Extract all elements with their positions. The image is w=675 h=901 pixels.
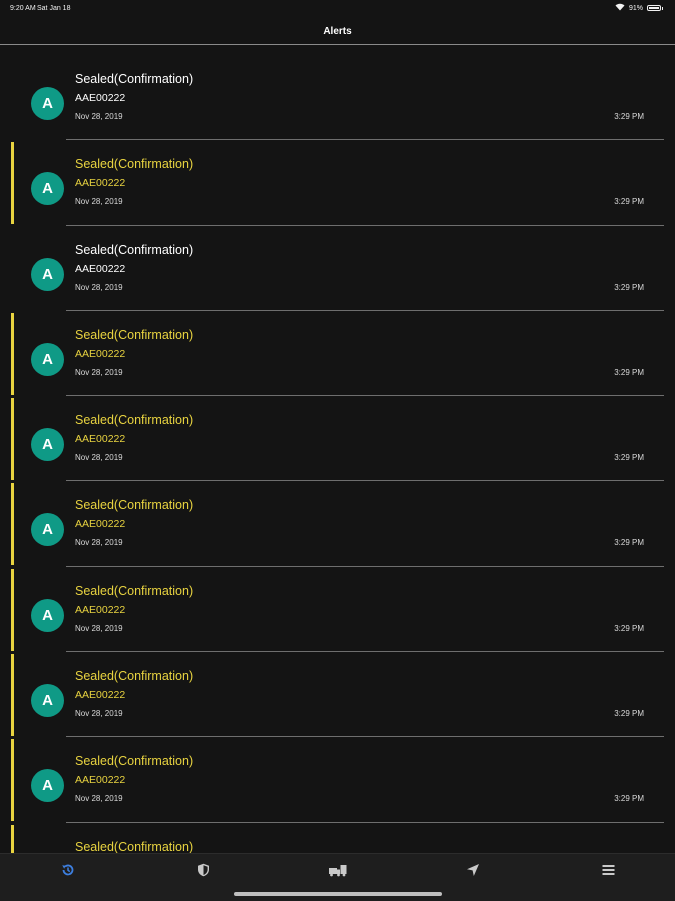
alert-row[interactable]: A Sealed(Confirmation) AAE00222 Nov 28, 201…	[0, 55, 675, 141]
unread-indicator	[11, 654, 14, 737]
unread-indicator	[11, 142, 14, 225]
alert-row[interactable]: A Sealed(Confirmation) AAE00222 Nov 28, 201…	[0, 226, 675, 311]
alert-time: 3:29 PM	[614, 538, 644, 548]
menu-icon	[602, 863, 615, 881]
unread-indicator	[11, 483, 14, 566]
avatar: A	[31, 684, 64, 718]
alert-code: AAE00222	[75, 433, 126, 446]
alert-code: AAE00222	[75, 177, 126, 190]
alert-time: 3:29 PM	[614, 623, 644, 633]
alert-title: Sealed(Confirmation)	[75, 839, 194, 853]
alert-title: Sealed(Confirmation)	[75, 72, 194, 86]
alert-date: Nov 28, 2019	[75, 112, 123, 121]
unread-indicator	[11, 824, 14, 853]
alert-code: AAE00222	[75, 774, 126, 787]
alert-code: AAE00222	[75, 518, 126, 531]
alert-row[interactable]: A Sealed(Confirmation) AAE00222 Nov 28, 201…	[0, 140, 675, 226]
alert-row[interactable]: ASealed(Confirmation)AAE00222Nov 28, 201…	[0, 823, 675, 853]
tab-history[interactable]	[56, 862, 80, 882]
trucks-icon	[328, 863, 348, 882]
alert-code: AAE00222	[75, 603, 126, 616]
alert-time: 3:29 PM	[614, 112, 644, 121]
alert-time: 3:29 PM	[614, 282, 644, 292]
avatar: A	[31, 769, 64, 803]
status-date: Sat Jan 18	[37, 5, 71, 12]
alert-title: Sealed(Confirmation)	[75, 413, 194, 428]
status-indicators: 91%	[615, 3, 663, 13]
page-title: Alerts	[323, 26, 352, 37]
avatar: A	[31, 513, 64, 547]
alert-code: AAE00222	[75, 262, 126, 275]
alert-row[interactable]: A Sealed(Confirmation) AAE00222 Nov 28, 201…	[0, 396, 675, 482]
alert-title: Sealed(Confirmation)	[75, 583, 194, 598]
alert-list[interactable]: A Sealed(Confirmation) AAE00222 Nov 28, 201…	[0, 55, 675, 853]
tab-security[interactable]	[191, 862, 215, 882]
status-time: 9:20 AM	[10, 5, 36, 12]
navigation-bar: Alerts	[0, 18, 675, 45]
alert-date: Nov 28, 2019	[75, 453, 123, 463]
unread-indicator	[11, 739, 14, 822]
alert-time: 3:29 PM	[614, 453, 644, 463]
alert-code: AAE00222	[75, 347, 126, 360]
unread-indicator	[11, 568, 14, 651]
alert-title: Sealed(Confirmation)	[75, 242, 194, 257]
alert-date: Nov 28, 2019	[75, 367, 123, 377]
alert-code: AAE00222	[75, 92, 126, 104]
alert-title: Sealed(Confirmation)	[75, 669, 194, 684]
unread-indicator	[11, 398, 14, 481]
alert-row[interactable]: A Sealed(Confirmation) AAE00222 Nov 28, 201…	[0, 481, 675, 567]
alert-time: 3:29 PM	[614, 709, 644, 719]
alert-date: Nov 28, 2019	[75, 709, 123, 719]
tab-menu[interactable]	[596, 862, 620, 882]
tab-navigate[interactable]	[461, 862, 485, 882]
alert-date: Nov 28, 2019	[75, 794, 123, 804]
alert-title: Sealed(Confirmation)	[75, 754, 194, 769]
avatar: A	[31, 257, 64, 291]
battery-icon	[647, 5, 661, 11]
alert-row[interactable]: A Sealed(Confirmation) AAE00222 Nov 28, 201…	[0, 652, 675, 738]
home-indicator	[234, 892, 442, 896]
shield-icon	[197, 863, 210, 882]
alert-time: 3:29 PM	[614, 794, 644, 804]
alert-time: 3:29 PM	[614, 197, 644, 207]
alert-date: Nov 28, 2019	[75, 538, 123, 548]
alert-code: AAE00222	[75, 689, 126, 702]
alert-date: Nov 28, 2019	[75, 197, 123, 207]
navigation-arrow-icon	[466, 863, 480, 882]
status-bar: 9:20 AM Sat Jan 18 91%	[0, 0, 675, 18]
alert-title: Sealed(Confirmation)	[75, 498, 194, 513]
history-icon	[61, 863, 75, 882]
wifi-icon	[615, 3, 625, 13]
avatar: A	[31, 342, 64, 376]
avatar: A	[31, 87, 64, 120]
alert-row[interactable]: A Sealed(Confirmation) AAE00222 Nov 28, 201…	[0, 311, 675, 397]
avatar: A	[31, 598, 64, 632]
alert-title: Sealed(Confirmation)	[75, 157, 194, 172]
avatar: A	[31, 172, 64, 206]
battery-percent: 91%	[628, 4, 643, 12]
alert-time: 3:29 PM	[614, 367, 644, 377]
alert-date: Nov 28, 2019	[75, 623, 123, 633]
tab-bar	[0, 853, 675, 901]
unread-indicator	[11, 312, 14, 395]
alert-title: Sealed(Confirmation)	[75, 327, 194, 342]
battery-tip	[662, 6, 663, 10]
alert-row[interactable]: A Sealed(Confirmation) AAE00222 Nov 28, 201…	[0, 737, 675, 823]
alert-date: Nov 28, 2019	[75, 282, 123, 292]
tab-fleet[interactable]	[326, 862, 350, 882]
avatar: A	[31, 428, 64, 462]
alert-row[interactable]: A Sealed(Confirmation) AAE00222 Nov 28, 201…	[0, 567, 675, 653]
